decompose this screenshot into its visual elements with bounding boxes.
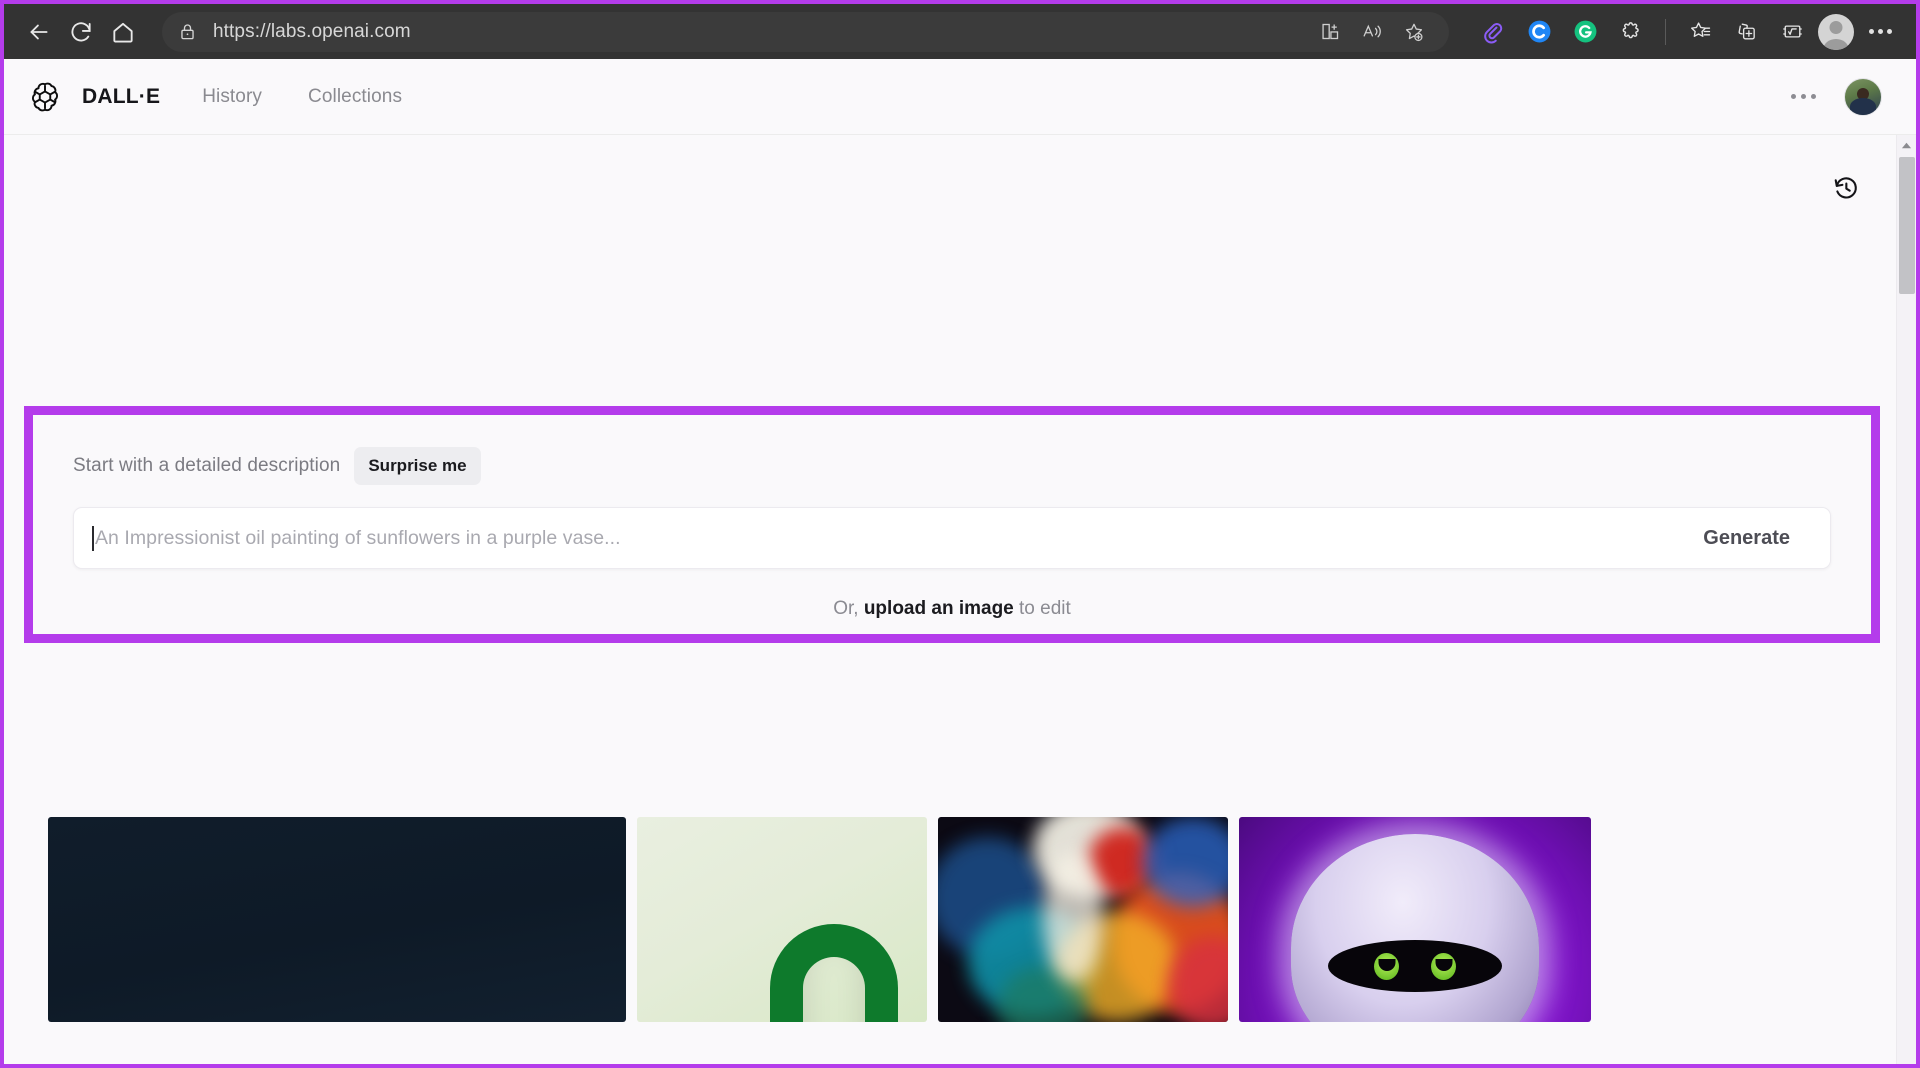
read-aloud-icon[interactable] [1353, 13, 1391, 51]
back-button[interactable] [18, 11, 60, 53]
home-button[interactable] [102, 11, 144, 53]
refresh-button[interactable] [60, 11, 102, 53]
gallery-tile-1[interactable] [48, 817, 626, 1022]
eye-right [1431, 952, 1456, 980]
web-page: DALL·E History Collections Start with a … [4, 59, 1916, 1064]
omnibox-actions [1311, 13, 1433, 51]
generate-button[interactable]: Generate [1663, 508, 1830, 568]
extension-purple-icon[interactable] [1473, 12, 1513, 52]
browser-settings-more-button[interactable] [1858, 12, 1902, 52]
gallery-tile-3[interactable] [938, 817, 1228, 1022]
upload-an-image-link[interactable]: upload an image [864, 598, 1014, 619]
split-screen-icon[interactable] [1311, 13, 1349, 51]
upload-prefix-text: Or, [833, 598, 864, 619]
surprise-me-button[interactable]: Surprise me [354, 447, 481, 485]
paint-blob [1043, 852, 1103, 982]
scroll-up-button[interactable] [1897, 135, 1916, 155]
home-icon [113, 22, 133, 42]
dot [1791, 94, 1796, 99]
math-solver-icon[interactable] [1772, 12, 1812, 52]
eye-left [1374, 952, 1399, 980]
openai-logo-icon[interactable] [28, 80, 62, 114]
address-bar[interactable]: https://labs.openai.com [162, 11, 1449, 52]
dot [1877, 29, 1883, 34]
vertical-scrollbar[interactable] [1896, 135, 1916, 1064]
fluffy-creature-body [1291, 834, 1539, 1022]
refresh-icon [71, 21, 91, 41]
prompt-instruction-label: Start with a detailed description [73, 455, 341, 476]
gallery-strip [48, 817, 1916, 1022]
dot [1886, 29, 1892, 34]
prompt-card: Start with a detailed description Surpri… [33, 415, 1871, 634]
app-more-menu-button[interactable] [1785, 88, 1822, 105]
gallery-tile-2[interactable] [637, 817, 927, 1022]
upload-image-line: Or, upload an image to edit [73, 598, 1831, 620]
browser-profile-avatar[interactable] [1818, 13, 1854, 50]
screenshot-root: https://labs.openai.com DALL·E History C… [0, 0, 1920, 1068]
prompt-input-row: Generate [73, 507, 1831, 569]
collections-icon[interactable] [1680, 12, 1720, 52]
prompt-input-wrapper[interactable] [74, 508, 1663, 568]
clock-restore-icon [1834, 177, 1857, 199]
add-favorite-icon[interactable] [1395, 13, 1433, 51]
app-header-right [1785, 77, 1882, 116]
dot [1801, 94, 1806, 99]
fluffy-creature-eyes [1328, 940, 1502, 992]
chevron-up-icon [1901, 142, 1912, 148]
prompt-header-row: Start with a detailed description Surpri… [73, 447, 1831, 485]
nav-history[interactable]: History [202, 86, 262, 108]
app-header: DALL·E History Collections [4, 59, 1916, 135]
toolbar-divider [1665, 18, 1666, 45]
extensions-puzzle-icon[interactable] [1611, 12, 1651, 52]
dot [1811, 94, 1816, 99]
browser-toolbar: https://labs.openai.com [4, 4, 1916, 59]
user-avatar[interactable] [1844, 77, 1882, 116]
app-brand-dalle[interactable]: DALL·E [82, 85, 160, 109]
prompt-card-highlight: Start with a detailed description Surpri… [24, 406, 1880, 643]
gallery-tile-4[interactable] [1239, 817, 1591, 1022]
text-caret [92, 525, 94, 551]
green-arch-shape [770, 924, 898, 1022]
painting-layer [938, 817, 1228, 1022]
prompt-input[interactable] [95, 526, 1646, 550]
arrow-left-icon [30, 24, 48, 39]
extension-copilot-icon[interactable] [1519, 12, 1559, 52]
lock-icon [178, 22, 197, 41]
extension-icons [1461, 12, 1812, 52]
page-content: Start with a detailed description Surpri… [4, 135, 1916, 1064]
add-tab-group-icon[interactable] [1726, 12, 1766, 52]
extension-grammarly-icon[interactable] [1565, 12, 1605, 52]
upload-suffix-text: to edit [1013, 598, 1071, 619]
dot [1868, 29, 1874, 34]
scrollbar-thumb[interactable] [1899, 157, 1915, 294]
nav-collections[interactable]: Collections [308, 86, 402, 108]
history-button[interactable] [1828, 170, 1864, 206]
url-text: https://labs.openai.com [213, 20, 411, 42]
